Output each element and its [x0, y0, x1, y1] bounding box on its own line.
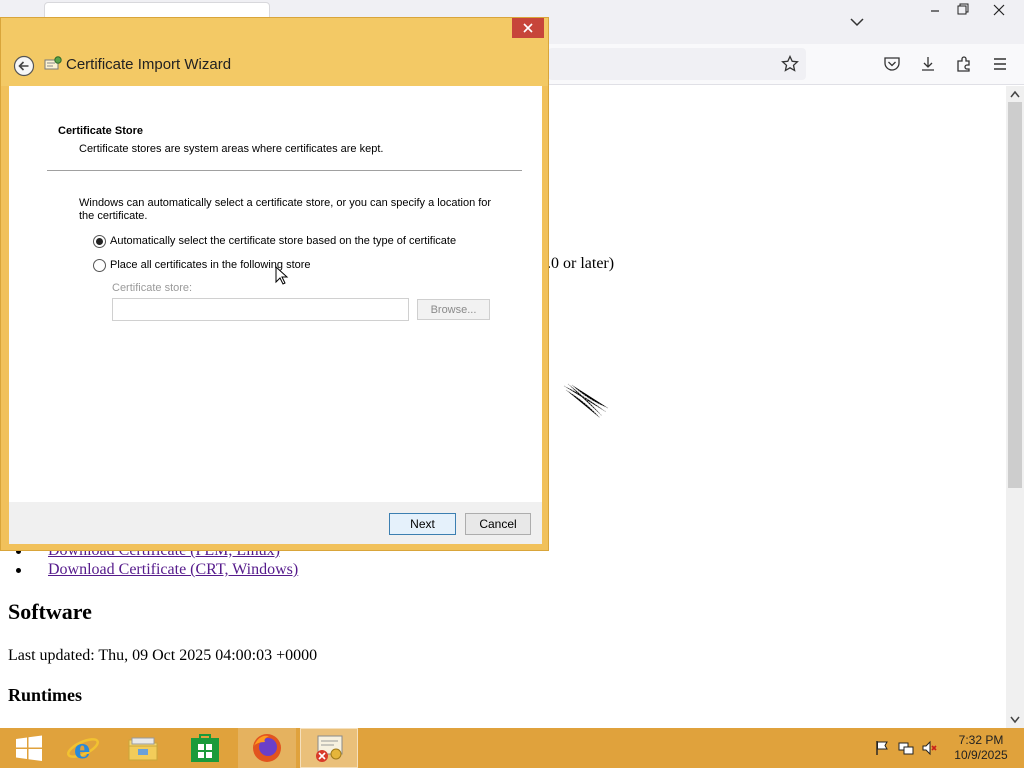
start-button[interactable] — [0, 728, 58, 768]
bookmark-star-button[interactable] — [779, 53, 801, 75]
hamburger-icon — [994, 58, 1006, 70]
taskbar-clock[interactable]: 7:32 PM 10/9/2025 — [946, 733, 1016, 763]
downloads-button[interactable] — [917, 53, 939, 75]
star-icon — [781, 55, 799, 72]
close-icon — [993, 4, 1005, 16]
chevron-up-icon — [1010, 90, 1020, 98]
runtimes-heading: Runtimes — [8, 685, 83, 705]
internet-explorer-icon: e — [67, 735, 99, 764]
certificate-wizard-taskbar-button[interactable] — [300, 728, 358, 768]
radio-auto-label[interactable]: Automatically select the certificate sto… — [110, 235, 456, 247]
certificate-store-label: Certificate store: — [112, 282, 193, 294]
section-description: Certificate stores are system areas wher… — [79, 143, 384, 155]
restore-button[interactable] — [946, 0, 980, 20]
close-icon — [523, 23, 533, 33]
windows-logo-icon — [16, 735, 42, 761]
browser-close-button[interactable] — [982, 0, 1016, 20]
next-button[interactable]: Next — [389, 513, 456, 535]
store-button[interactable] — [176, 728, 234, 768]
clock-time: 7:32 PM — [958, 733, 1004, 747]
action-center-flag-icon[interactable] — [874, 740, 890, 756]
radio-place-in-store[interactable] — [93, 258, 106, 272]
back-button[interactable] — [13, 55, 35, 77]
browse-button: Browse... — [417, 299, 490, 320]
wizard-titlebar[interactable]: Certificate Import Wizard — [1, 18, 548, 86]
separator — [47, 170, 522, 171]
wizard-body: Certificate Store Certificate stores are… — [9, 86, 542, 502]
network-icon[interactable] — [898, 740, 914, 756]
certificate-error-icon — [316, 735, 343, 762]
radio-auto-select[interactable] — [93, 234, 106, 248]
firefox-icon — [253, 734, 281, 762]
app-menu-button[interactable] — [989, 53, 1011, 75]
list-item: Download Certificate (CRT, Windows) — [16, 561, 298, 579]
taskbar: e 7:32 PM 10/9/2025 — [0, 728, 1024, 768]
firefox-button[interactable] — [238, 728, 296, 768]
pocket-button[interactable] — [881, 53, 903, 75]
certificate-store-field — [112, 298, 409, 321]
page-scrollbar[interactable] — [1006, 86, 1024, 728]
pocket-icon — [884, 57, 900, 71]
tab-list-button[interactable] — [846, 12, 868, 32]
clock-date: 10/9/2025 — [954, 748, 1008, 762]
intro-text: Windows can automatically select a certi… — [79, 197, 492, 222]
download-crt-link[interactable]: Download Certificate (CRT, Windows) — [28, 561, 298, 578]
cancel-button[interactable]: Cancel — [465, 513, 531, 535]
loading-spinner-icon — [563, 383, 609, 419]
bullet — [16, 568, 21, 573]
chevron-down-icon — [850, 18, 864, 27]
page-text-fragment: .0 or later) — [547, 255, 615, 272]
extensions-button[interactable] — [953, 53, 975, 75]
software-heading: Software — [8, 599, 92, 624]
puzzle-icon — [957, 56, 970, 72]
scroll-up-button[interactable] — [1006, 86, 1024, 102]
download-icon — [922, 57, 934, 71]
section-title: Certificate Store — [58, 125, 143, 137]
restore-icon — [957, 3, 969, 15]
chevron-down-icon — [1010, 716, 1020, 724]
back-arrow-icon — [13, 55, 35, 77]
svg-text:e: e — [74, 735, 91, 764]
auto-select-store-option[interactable]: Automatically select the certificate sto… — [93, 233, 456, 249]
volume-muted-icon[interactable] — [922, 740, 938, 756]
certificate-icon — [44, 56, 62, 70]
mouse-cursor-icon — [275, 266, 289, 285]
folder-icon — [128, 737, 158, 761]
store-bag-icon — [191, 734, 219, 762]
scrollbar-thumb[interactable] — [1008, 102, 1022, 488]
scroll-down-button[interactable] — [1006, 712, 1024, 728]
wizard-footer: Next Cancel — [9, 502, 542, 544]
file-explorer-button[interactable] — [114, 728, 172, 768]
wizard-title: Certificate Import Wizard — [66, 56, 232, 73]
internet-explorer-button[interactable]: e — [54, 728, 112, 768]
wizard-close-button[interactable] — [512, 18, 544, 38]
url-bar[interactable] — [548, 48, 806, 80]
last-updated-text: Last updated: Thu, 09 Oct 2025 04:00:03 … — [8, 647, 318, 664]
